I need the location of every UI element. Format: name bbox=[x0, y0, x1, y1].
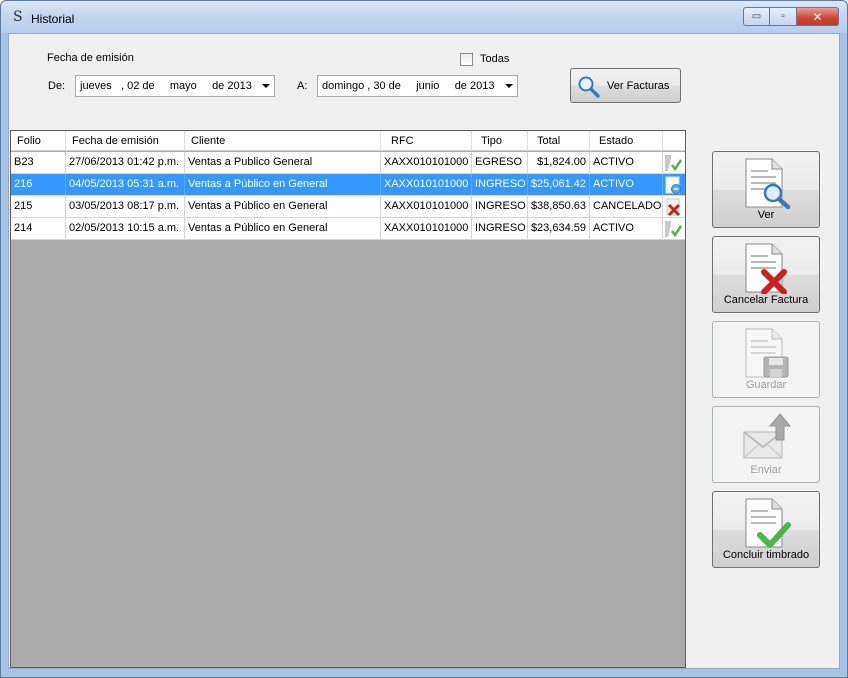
cell-tipo: INGRESO bbox=[472, 174, 528, 195]
column-header-total[interactable]: Total bbox=[528, 131, 590, 151]
ver-facturas-button[interactable]: Ver Facturas bbox=[570, 68, 681, 103]
maximize-button[interactable]: ▫ bbox=[770, 7, 797, 26]
column-header-rfc[interactable]: RFC bbox=[381, 131, 472, 151]
document-cancel-icon bbox=[745, 243, 787, 294]
cell-estado: ACTIVO bbox=[590, 174, 663, 195]
maximize-icon: ▫ bbox=[781, 11, 785, 22]
window-controls: ▭ ▫ ✕ bbox=[743, 7, 839, 27]
column-header-fecha[interactable]: Fecha de emisión bbox=[66, 131, 185, 151]
cell-rfc: XAXX010101000 bbox=[381, 196, 472, 217]
cell-rfc: XAXX010101000 bbox=[381, 218, 472, 239]
column-header-tipo[interactable]: Tipo bbox=[472, 131, 528, 151]
minimize-button[interactable]: ▭ bbox=[743, 7, 770, 26]
cell-tipo: EGRESO bbox=[472, 152, 528, 173]
de-label: De: bbox=[48, 80, 66, 92]
cell-cliente: Ventas a Público en General bbox=[185, 218, 381, 239]
enviar-label: Enviar bbox=[750, 464, 782, 476]
table-row[interactable]: 215 03/05/2013 08:17 p.m. Ventas a Públi… bbox=[11, 196, 685, 218]
cell-cliente: Ventas a Público en General bbox=[185, 174, 381, 195]
todas-label: Todas bbox=[480, 53, 510, 65]
cell-cliente: Ventas a Público en General bbox=[185, 196, 381, 217]
envelope-send-icon bbox=[743, 413, 792, 459]
cancelar-factura-label: Cancelar Factura bbox=[723, 294, 809, 306]
de-date-value: jueves , 02 de mayo de 2013 bbox=[80, 80, 252, 92]
cell-fecha: 04/05/2013 05:31 a.m. bbox=[66, 174, 185, 195]
cell-fecha: 03/05/2013 08:17 p.m. bbox=[66, 196, 185, 217]
cell-total: $1,824.00 bbox=[528, 152, 590, 173]
window-title: Historial bbox=[31, 12, 75, 26]
table-row-selected[interactable]: 216 04/05/2013 05:31 a.m. Ventas a Públi… bbox=[11, 174, 685, 196]
cell-total: $23,634.59 bbox=[528, 218, 590, 239]
ver-facturas-label: Ver Facturas bbox=[607, 80, 670, 92]
cell-tipo: INGRESO bbox=[472, 196, 528, 217]
concluir-timbrado-button[interactable]: Concluir timbrado bbox=[712, 491, 820, 568]
cell-estado: ACTIVO bbox=[590, 218, 663, 239]
chevron-down-icon[interactable] bbox=[262, 84, 270, 88]
column-header-cliente[interactable]: Cliente bbox=[185, 131, 381, 151]
column-header-folio[interactable]: Folio bbox=[11, 131, 66, 151]
cell-folio: 216 bbox=[11, 174, 66, 195]
magnifier-icon bbox=[578, 76, 600, 98]
fecha-emision-label: Fecha de emisión bbox=[47, 52, 134, 64]
app-logo-icon: S bbox=[13, 9, 23, 25]
cell-total: $38,850.63 bbox=[528, 196, 590, 217]
table-row[interactable]: 214 02/05/2013 10:15 a.m. Ventas a Públi… bbox=[11, 218, 685, 240]
cell-fecha: 27/06/2013 01:42 p.m. bbox=[66, 152, 185, 173]
client-area: Fecha de emisión Todas De: jueves , 02 d… bbox=[8, 33, 840, 669]
close-button[interactable]: ✕ bbox=[797, 7, 839, 26]
cancelar-factura-button[interactable]: Cancelar Factura bbox=[712, 236, 820, 313]
window-frame: S Historial ▭ ▫ ✕ Fecha de emisión Todas… bbox=[0, 0, 848, 678]
column-header-icon bbox=[663, 131, 685, 151]
cell-tipo: INGRESO bbox=[472, 218, 528, 239]
check-icon bbox=[665, 221, 683, 238]
document-search-icon bbox=[745, 158, 791, 209]
a-label: A: bbox=[297, 80, 308, 92]
table-row[interactable]: B23 27/06/2013 01:42 p.m. Ventas a Publi… bbox=[11, 152, 685, 174]
chevron-down-icon[interactable] bbox=[505, 84, 513, 88]
a-date-picker[interactable]: domingo , 30 de junio de 2013 bbox=[317, 75, 518, 97]
cell-cliente: Ventas a Publico General bbox=[185, 152, 381, 173]
check-icon bbox=[665, 155, 683, 172]
invoice-grid[interactable]: Folio Fecha de emisión Cliente RFC Tipo … bbox=[10, 130, 686, 668]
cell-rfc: XAXX010101000 bbox=[381, 174, 472, 195]
cell-total: $25,061.42 bbox=[528, 174, 590, 195]
concluir-timbrado-label: Concluir timbrado bbox=[722, 549, 810, 561]
cell-folio: B23 bbox=[11, 152, 66, 173]
document-check-icon bbox=[745, 498, 791, 548]
enviar-button[interactable]: Enviar bbox=[712, 406, 820, 483]
minimize-icon: ▭ bbox=[751, 11, 762, 22]
cell-estado: ACTIVO bbox=[590, 152, 663, 173]
column-header-estado[interactable]: Estado bbox=[590, 131, 663, 151]
document-save-icon bbox=[745, 328, 789, 378]
a-date-value: domingo , 30 de junio de 2013 bbox=[322, 80, 495, 92]
grid-header: Folio Fecha de emisión Cliente RFC Tipo … bbox=[11, 131, 685, 151]
todas-checkbox[interactable] bbox=[460, 53, 473, 66]
ver-label: Ver bbox=[757, 209, 775, 221]
guardar-label: Guardar bbox=[745, 379, 787, 391]
de-date-picker[interactable]: jueves , 02 de mayo de 2013 bbox=[75, 75, 275, 97]
cell-fecha: 02/05/2013 10:15 a.m. bbox=[66, 218, 185, 239]
cell-folio: 214 bbox=[11, 218, 66, 239]
guardar-button[interactable]: Guardar bbox=[712, 321, 820, 398]
title-bar[interactable]: S Historial ▭ ▫ ✕ bbox=[1, 1, 847, 33]
close-icon: ✕ bbox=[812, 9, 823, 24]
cell-folio: 215 bbox=[11, 196, 66, 217]
cancel-icon bbox=[666, 198, 681, 217]
cell-estado: CANCELADO bbox=[590, 196, 663, 217]
pending-icon bbox=[665, 176, 681, 194]
cell-rfc: XAXX010101000 bbox=[381, 152, 472, 173]
ver-button[interactable]: Ver bbox=[712, 151, 820, 228]
